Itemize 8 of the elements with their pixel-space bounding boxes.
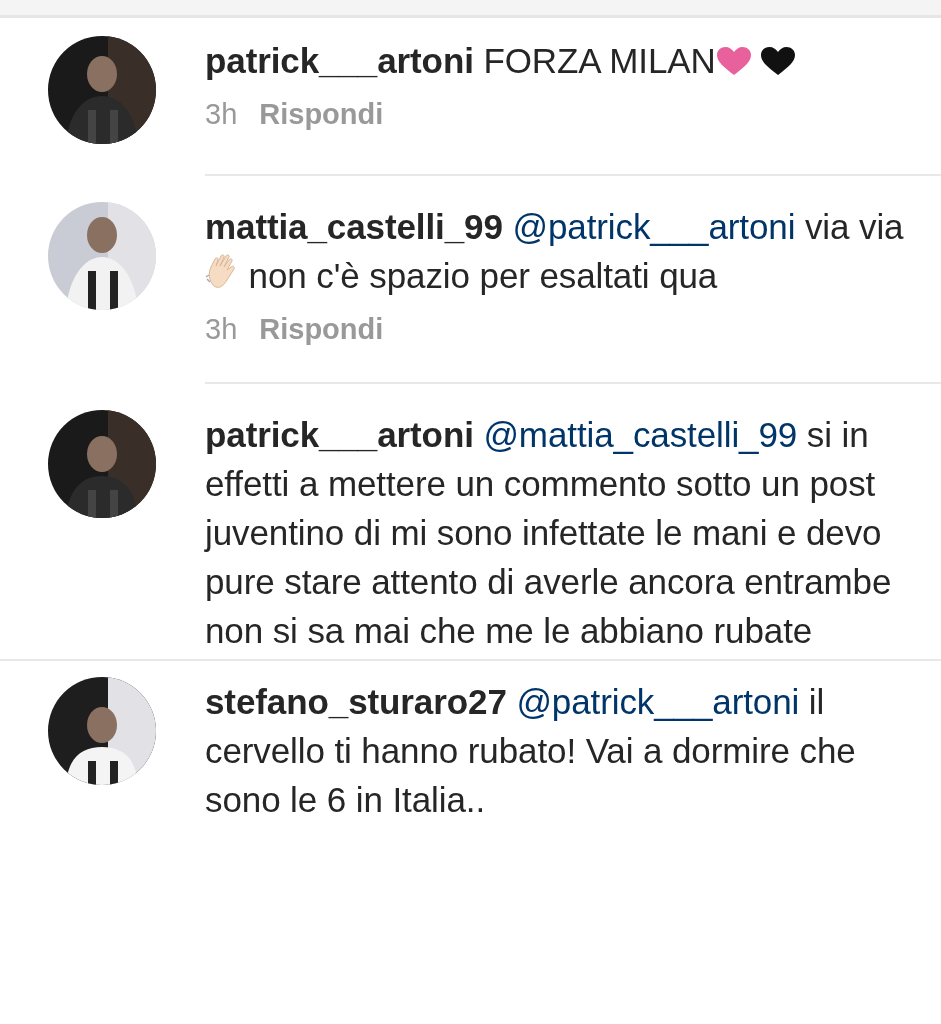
reply-link[interactable]: Rispondi	[259, 308, 384, 352]
timestamp: 3h	[205, 97, 238, 132]
reply-link[interactable]: Rispondi	[259, 93, 384, 137]
comment-text: patrick___artoni @mattia_castelli_99 si in effetti a mettere un commento sotto un post juventino di mi sono infettate le mani e devo pure stare attento di averle ancora entrambe non si sa mai che me le abbiano rubate	[205, 413, 893, 652]
comment-text: patrick___artoni FORZA MILAN	[205, 36, 931, 85]
comment-text: mattia_castelli_99 @patrick___artoni via via non c'è spazio per esaltati qua	[205, 206, 905, 297]
timestamp: 3h	[205, 312, 238, 347]
comment-text: stefano_sturaro27 @patrick___artoni il cervello ti hanno rubato! Vai a dormire che sono le 6 in Italia..	[205, 680, 857, 821]
